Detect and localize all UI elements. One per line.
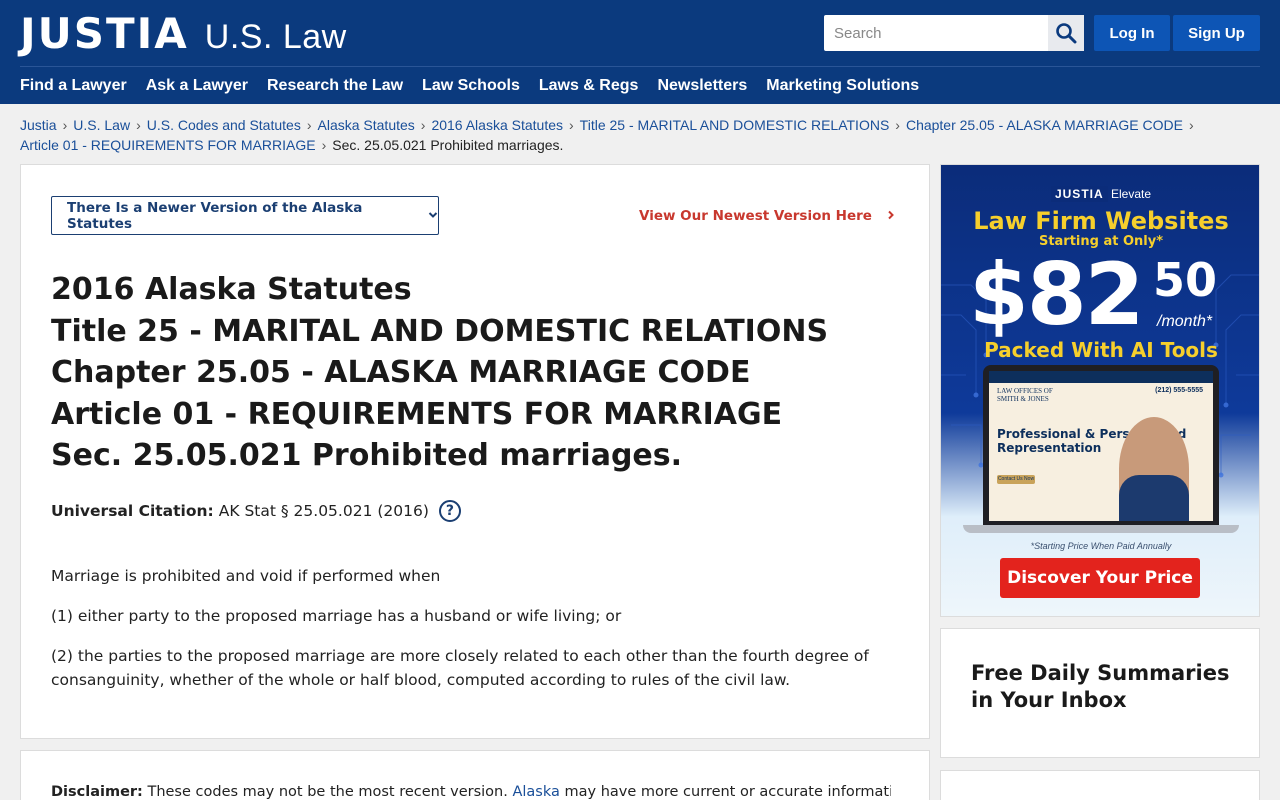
newer-version-dropdown[interactable]: There Is a Newer Version of the Alaska S… xyxy=(51,196,439,235)
sidebar-card xyxy=(940,770,1260,800)
breadcrumb-separator: › xyxy=(569,117,574,133)
ad-brand: JUSTIA Elevate xyxy=(941,186,1259,202)
laptop-illustration: LAW OFFICES OF SMITH & JONES (212) 555-5… xyxy=(983,365,1219,525)
laptop-firm-line: LAW OFFICES OF xyxy=(997,387,1053,395)
laptop-firm-line: SMITH & JONES xyxy=(997,395,1049,403)
disclaimer-label: Disclaimer: xyxy=(51,784,143,800)
laptop-screen: LAW OFFICES OF SMITH & JONES (212) 555-5… xyxy=(989,371,1213,521)
chevron-right-icon xyxy=(887,208,895,224)
laptop-phone: (212) 555-5555 xyxy=(1155,387,1203,394)
universal-citation: Universal Citation: AK Stat § 25.05.021 … xyxy=(51,500,461,522)
chevron-down-icon xyxy=(428,209,438,222)
main-nav: Find a Lawyer Ask a Lawyer Research the … xyxy=(20,76,938,96)
search-input[interactable] xyxy=(824,15,1048,51)
breadcrumb-separator: › xyxy=(136,117,141,133)
heading-title: Title 25 - MARITAL AND DOMESTIC RELATION… xyxy=(51,313,829,349)
nav-newsletters[interactable]: Newsletters xyxy=(657,76,747,96)
nav-find-a-lawyer[interactable]: Find a Lawyer xyxy=(20,76,127,96)
logo-subtitle: U.S. Law xyxy=(204,18,347,56)
heading-chapter: Chapter 25.05 - ALASKA MARRIAGE CODE xyxy=(51,355,751,390)
ad-price-period: /month* xyxy=(1157,313,1213,330)
help-icon[interactable]: ? xyxy=(438,500,461,522)
statute-text: Marriage is prohibited and void if perfo… xyxy=(51,564,881,708)
heading-section: Sec. 25.05.021 Prohibited marriages. xyxy=(51,438,683,473)
heading-year: 2016 Alaska Statutes xyxy=(51,272,412,307)
breadcrumb-justia[interactable]: Justia xyxy=(20,117,57,133)
breadcrumb-chapter-25-05[interactable]: Chapter 25.05 - ALASKA MARRIAGE CODE xyxy=(906,117,1183,133)
newest-version-link[interactable]: View Our Newest Version Here xyxy=(639,208,895,224)
statute-paragraph: Marriage is prohibited and void if perfo… xyxy=(51,567,441,585)
advertisement[interactable]: JUSTIA Elevate Law Firm Websites Startin… xyxy=(940,164,1260,617)
nav-research-the-law[interactable]: Research the Law xyxy=(267,76,403,96)
breadcrumb-separator: › xyxy=(62,117,68,133)
nav-ask-a-lawyer[interactable]: Ask a Lawyer xyxy=(146,76,248,96)
ad-tagline: Packed With AI Tools xyxy=(984,338,1218,362)
login-button[interactable]: Log In xyxy=(1094,15,1170,51)
ad-price-cents: 50 xyxy=(1153,253,1218,307)
breadcrumb-current: Sec. 25.05.021 Prohibited marriages. xyxy=(332,137,564,153)
newer-version-label: There Is a Newer Version of the Alaska S… xyxy=(67,199,363,232)
statute-card: There Is a Newer Version of the Alaska S… xyxy=(20,164,930,739)
breadcrumb-separator: › xyxy=(306,117,312,133)
justia-logo[interactable]: JUSTIA U.S. Law xyxy=(20,12,347,57)
laptop-screen-nav xyxy=(989,371,1213,383)
disclaimer-text: Disclaimer: These codes may not be the m… xyxy=(51,782,891,800)
ad-footnote: *Starting Price When Paid Annually xyxy=(1030,541,1172,551)
breadcrumb-us-codes[interactable]: U.S. Codes and Statutes xyxy=(147,117,301,133)
disclaimer-text-before: These codes may not be the most recent v… xyxy=(147,784,508,800)
citation-value: AK Stat § 25.05.021 (2016) xyxy=(218,502,429,520)
newsletter-title: Free Daily Summaries in Your Inbox xyxy=(971,661,1230,712)
breadcrumb-separator: › xyxy=(321,137,327,153)
breadcrumb-separator: › xyxy=(420,117,426,133)
ad-brand-sub: Elevate xyxy=(1111,187,1152,201)
logo-mark: JUSTIA xyxy=(20,9,189,58)
nav-law-schools[interactable]: Law Schools xyxy=(422,76,520,96)
breadcrumb-2016-alaska-statutes[interactable]: 2016 Alaska Statutes xyxy=(431,117,563,133)
laptop-base xyxy=(963,525,1239,533)
citation-label: Universal Citation: xyxy=(51,502,214,520)
nav-marketing-solutions[interactable]: Marketing Solutions xyxy=(766,76,919,96)
ad-price: $82 xyxy=(969,245,1145,345)
nav-laws-regs[interactable]: Laws & Regs xyxy=(539,76,639,96)
statute-headings: 2016 Alaska Statutes Title 25 - MARITAL … xyxy=(51,269,828,477)
breadcrumb-article-01[interactable]: Article 01 - REQUIREMENTS FOR MARRIAGE xyxy=(20,137,316,153)
breadcrumb: Justia › U.S. Law › U.S. Codes and Statutes ›… xyxy=(20,115,1260,155)
search-icon xyxy=(1056,23,1077,44)
statute-paragraph: (2) the parties to the proposed marriage… xyxy=(51,647,869,689)
laptop-firm-name: LAW OFFICES OF SMITH & JONES xyxy=(997,387,1053,403)
attorney-photo xyxy=(1119,417,1189,521)
attorney-suit xyxy=(1119,475,1189,521)
breadcrumb-separator: › xyxy=(895,117,900,133)
search-button[interactable] xyxy=(1048,15,1084,51)
disclaimer-card: Disclaimer: These codes may not be the m… xyxy=(20,750,930,800)
newsletter-card: Free Daily Summaries in Your Inbox xyxy=(940,628,1260,758)
breadcrumb-title-25[interactable]: Title 25 - MARITAL AND DOMESTIC RELATION… xyxy=(580,117,890,133)
ad-title: Law Firm Websites xyxy=(973,207,1229,235)
search-box xyxy=(824,15,1084,51)
disclaimer-alaska-link[interactable]: Alaska xyxy=(512,784,559,800)
newest-version-label: View Our Newest Version Here xyxy=(639,208,872,224)
breadcrumb-alaska-statutes[interactable]: Alaska Statutes xyxy=(318,117,415,133)
site-header: JUSTIA U.S. Law Log In Sign Up Find a La… xyxy=(0,0,1280,104)
signup-button[interactable]: Sign Up xyxy=(1173,15,1260,51)
statute-paragraph: (1) either party to the proposed marriag… xyxy=(51,607,622,625)
breadcrumb-separator: › xyxy=(1188,117,1194,133)
breadcrumb-us-law[interactable]: U.S. Law xyxy=(73,117,130,133)
discover-price-button[interactable]: Discover Your Price xyxy=(1000,558,1200,598)
heading-article: Article 01 - REQUIREMENTS FOR MARRIAGE xyxy=(51,396,783,432)
laptop-cta: Contact Us Now xyxy=(997,475,1035,484)
ad-brand-mark: JUSTIA xyxy=(1050,186,1108,202)
disclaimer-text-after: may have more current or accurate inform… xyxy=(564,784,892,800)
nav-divider xyxy=(20,66,1260,67)
